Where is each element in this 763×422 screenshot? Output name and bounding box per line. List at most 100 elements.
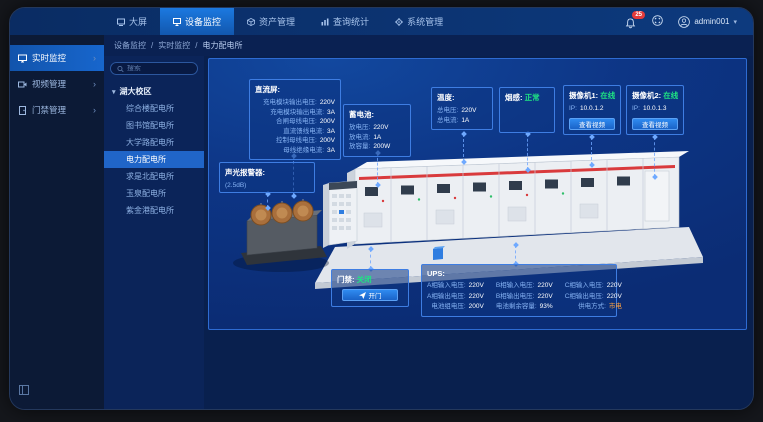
metric-value: 200V (469, 302, 484, 312)
tree-root-node[interactable]: ▾ 湖大校区 (104, 83, 204, 100)
metric-label: 总电压: (437, 106, 458, 116)
sidebar-item-realtime-monitor[interactable]: 实时监控 › (10, 45, 104, 71)
tree-item-substation[interactable]: 综合楼配电所 (104, 100, 204, 117)
connector-line (591, 137, 592, 165)
metric-value: 220V (538, 292, 553, 302)
collapse-icon (19, 385, 29, 395)
tree-search (110, 62, 198, 75)
panel-title: 烟感: 正常 (505, 92, 549, 103)
send-icon (359, 292, 366, 299)
metric-label: 直流馈线电流: (283, 127, 324, 137)
metric-value: 3A (327, 108, 335, 118)
main-area: 设备监控 / 实时监控 / 电力配电所 ▾ 湖大校区 综合楼配 (104, 35, 753, 410)
connector-line (370, 249, 371, 269)
asset-cube-icon (247, 18, 255, 26)
panel-title: 摄像机1: 在线 (569, 90, 615, 101)
alarm-value: (2.5dB) (225, 181, 246, 191)
sidebar-item-access-control[interactable]: 门禁管理 › (10, 97, 104, 123)
metric-label: C相输入电压: (565, 281, 604, 291)
notification-badge: 25 (632, 11, 645, 19)
metric-label: B相输入电压: (496, 281, 535, 291)
nav-label: 查询统计 (333, 15, 369, 28)
monitor-icon (173, 18, 181, 26)
tree-item-substation[interactable]: 大学路配电所 (104, 134, 204, 151)
metric-label: 烟感: (505, 93, 523, 102)
user-menu[interactable]: admin001 ▾ (678, 16, 737, 28)
notifications-button[interactable]: 25 (625, 16, 637, 28)
breadcrumb: 设备监控 / 实时监控 / 电力配电所 (104, 35, 753, 56)
ip-label: IP: (569, 104, 577, 114)
ups-metrics-grid: A相输入电压:220V B相输入电压:220V C相输入电压:220V A相输出… (427, 281, 611, 312)
metric-label: C相输出电压: (565, 292, 604, 302)
breadcrumb-item[interactable]: 设备监控 (114, 40, 146, 51)
breadcrumb-item[interactable]: 实时监控 (158, 40, 190, 51)
door-icon (18, 106, 27, 115)
metric-label: 合闸母线电压: (276, 117, 317, 127)
nav-item-dashboard[interactable]: 大屏 (104, 8, 160, 35)
app-window: 大屏 设备监控 资产管理 查询统计 系统管理 25 (9, 7, 754, 410)
open-door-button[interactable]: 开门 (342, 289, 398, 301)
tree-item-substation[interactable]: 玉泉配电所 (104, 185, 204, 202)
camera2-panel: 摄像机2: 在线 IP:10.0.1.3 查看视频 (626, 85, 684, 135)
sidebar-collapse-button[interactable] (19, 382, 29, 400)
metric-value: 93% (540, 302, 553, 312)
metric-value: 220V (320, 98, 335, 108)
ip-value: 10.0.1.2 (580, 104, 604, 114)
camera1-panel: 摄像机1: 在线 IP:10.0.1.2 查看视频 (563, 85, 621, 135)
fullscreen-button[interactable] (652, 13, 663, 31)
metric-label: 充电模块输出电压: (263, 98, 317, 108)
ip-value: 10.0.1.3 (643, 104, 667, 114)
ip-label: IP: (632, 104, 640, 114)
tree-expand-icon: ▾ (112, 88, 116, 96)
username: admin001 (694, 17, 729, 26)
metric-value: 200V (320, 136, 335, 146)
metric-value: 200V (320, 117, 335, 127)
nav-item-system[interactable]: 系统管理 (382, 8, 456, 35)
panel-title: 直流屏: (255, 84, 335, 95)
breadcrumb-current: 电力配电所 (202, 40, 242, 51)
bell-icon (625, 18, 636, 29)
connector-line (267, 194, 268, 208)
alarm-panel: 声光报警器: (2.5dB) (219, 162, 315, 193)
metric-label: A相输出电压: (427, 292, 466, 302)
dc-screen-panel: 直流屏: 充电模块输出电压:220V 充电模块输出电流:3A 合闸母线电压:20… (249, 79, 341, 160)
transformer-graphic (233, 199, 329, 272)
metric-value: 1A (461, 116, 469, 126)
status-badge: 正常 (525, 93, 540, 102)
panel-title: 摄像机2: 在线 (632, 90, 678, 101)
metric-value: 200W (373, 142, 390, 152)
metric-label: 电池剩余容量: (496, 302, 537, 312)
sidebar: 实时监控 › 视频管理 › 门禁管理 › (10, 35, 104, 410)
sidebar-item-label: 视频管理 (32, 78, 66, 90)
chevron-right-icon: › (93, 53, 96, 63)
tree-item-substation[interactable]: 图书馆配电所 (104, 117, 204, 134)
connector-line (527, 134, 528, 170)
big-screen-icon (117, 18, 125, 26)
connector-line (377, 153, 378, 185)
status-badge: 关闭 (357, 275, 372, 284)
metric-value: 220V (538, 281, 553, 291)
metric-label: 总电流: (437, 116, 458, 126)
temperature-panel: 温度: 总电压:220V 总电流:1A (431, 87, 493, 130)
video-camera-icon (18, 80, 27, 89)
sidebar-item-label: 实时监控 (32, 52, 66, 64)
metric-value: 220V (461, 106, 476, 116)
view-video-button[interactable]: 查看视频 (569, 118, 615, 130)
open-door-label: 开门 (369, 290, 382, 300)
nav-item-assets[interactable]: 资产管理 (234, 8, 308, 35)
nav-item-device-monitor[interactable]: 设备监控 (160, 8, 234, 35)
nav-label: 资产管理 (259, 15, 295, 28)
metric-value: 市电 (609, 302, 622, 312)
tree-item-substation[interactable]: 紫金港配电所 (104, 202, 204, 219)
sidebar-item-video-management[interactable]: 视频管理 › (10, 71, 104, 97)
gear-icon (395, 18, 403, 26)
tree-item-substation[interactable]: 求是北配电所 (104, 168, 204, 185)
connector-line (515, 245, 516, 264)
tree-item-substation-active[interactable]: 电力配电所 (104, 151, 204, 168)
nav-item-statistics[interactable]: 查询统计 (308, 8, 382, 35)
view-video-button[interactable]: 查看视频 (632, 118, 678, 130)
tree-search-input[interactable] (127, 65, 191, 72)
top-nav-right: 25 admin001 ▾ (625, 8, 753, 35)
station-tree-panel: ▾ 湖大校区 综合楼配电所 图书馆配电所 大学路配电所 电力配电所 求是北配电所… (104, 56, 204, 410)
battery-cabinet-graphic (323, 181, 357, 248)
